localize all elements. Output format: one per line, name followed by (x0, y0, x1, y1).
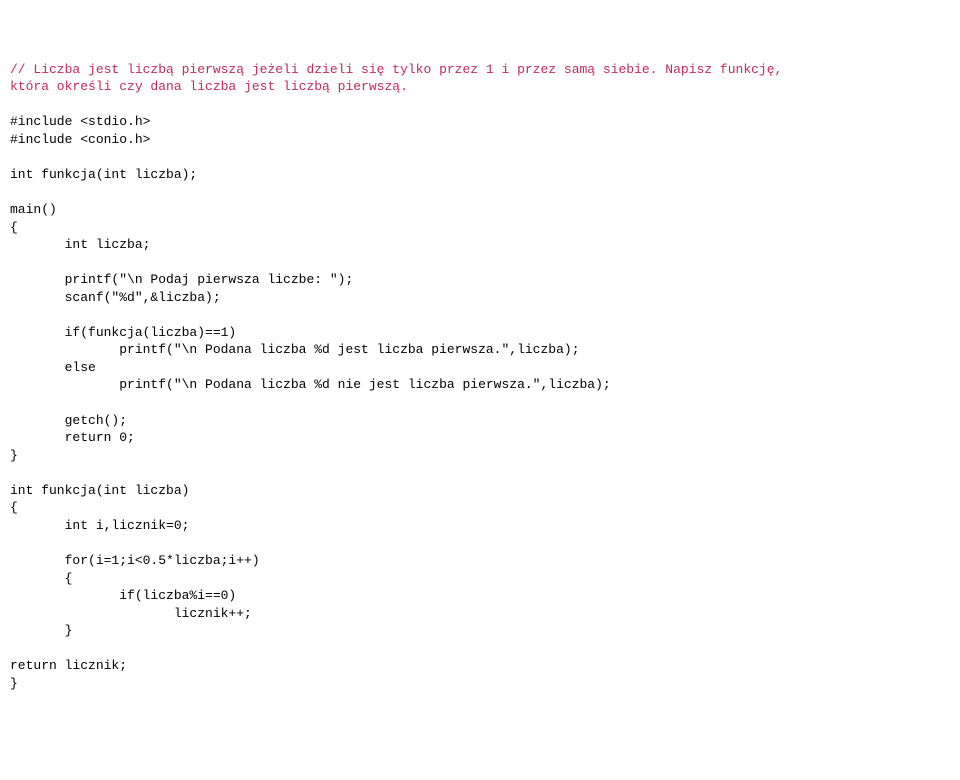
code-line: printf("\n Podana liczba %d nie jest lic… (10, 377, 611, 392)
code-line: } (10, 448, 18, 463)
code-line: int funkcja(int liczba); (10, 167, 197, 182)
code-line: int liczba; (10, 237, 150, 252)
code-line: for(i=1;i<0.5*liczba;i++) (10, 553, 260, 568)
code-line: #include <stdio.h> (10, 114, 150, 129)
code-line: #include <conio.h> (10, 132, 150, 147)
code-line: która określi czy dana liczba jest liczb… (10, 79, 408, 94)
code-line: } (10, 623, 72, 638)
code-line: else (10, 360, 96, 375)
code-line: } (10, 676, 18, 691)
code-line: if(liczba%i==0) (10, 588, 236, 603)
code-line: // Liczba jest liczbą pierwszą jeżeli dz… (10, 62, 782, 77)
code-line: return licznik; (10, 658, 127, 673)
code-line: main() (10, 202, 57, 217)
code-line: int funkcja(int liczba) (10, 483, 189, 498)
code-block: // Liczba jest liczbą pierwszą jeżeli dz… (10, 61, 950, 693)
code-line: { (10, 500, 18, 515)
code-line: { (10, 220, 18, 235)
code-line: printf("\n Podaj pierwsza liczbe: "); (10, 272, 353, 287)
code-line: if(funkcja(liczba)==1) (10, 325, 236, 340)
code-line: int i,licznik=0; (10, 518, 189, 533)
code-line: scanf("%d",&liczba); (10, 290, 221, 305)
code-line: return 0; (10, 430, 135, 445)
code-line: getch(); (10, 413, 127, 428)
code-line: licznik++; (10, 606, 252, 621)
code-line: { (10, 571, 72, 586)
code-line: printf("\n Podana liczba %d jest liczba … (10, 342, 580, 357)
